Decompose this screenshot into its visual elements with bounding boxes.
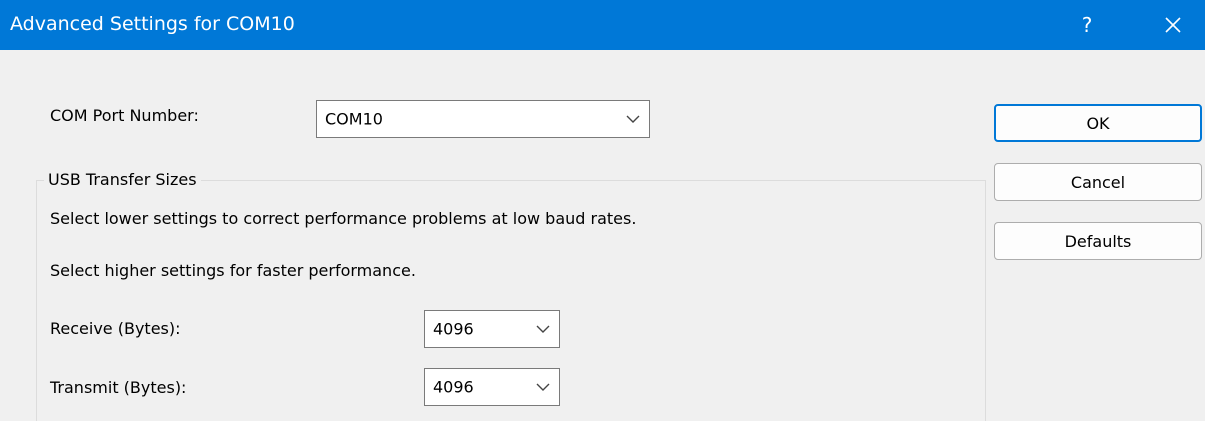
receive-label: Receive (Bytes): xyxy=(50,319,181,338)
receive-value: 4096 xyxy=(433,319,474,339)
com-port-select[interactable]: COM10 xyxy=(316,100,650,138)
chevron-down-icon xyxy=(626,115,640,123)
hint-lower-text: Select lower settings to correct perform… xyxy=(50,209,637,228)
close-icon xyxy=(1165,17,1181,33)
advanced-settings-dialog: Advanced Settings for COM10 ? COM Port N… xyxy=(0,0,1205,421)
receive-size-select[interactable]: 4096 xyxy=(424,310,560,348)
help-icon: ? xyxy=(1081,13,1093,37)
title-bar: Advanced Settings for COM10 ? xyxy=(0,0,1205,50)
chevron-down-icon xyxy=(536,383,550,391)
com-port-value: COM10 xyxy=(325,109,383,129)
cancel-button[interactable]: Cancel xyxy=(994,163,1202,201)
ok-button[interactable]: OK xyxy=(994,104,1202,142)
usb-transfer-caption: USB Transfer Sizes xyxy=(44,170,201,190)
window-title: Advanced Settings for COM10 xyxy=(10,13,295,35)
com-port-label: COM Port Number: xyxy=(50,106,199,125)
defaults-button[interactable]: Defaults xyxy=(994,222,1202,260)
chevron-down-icon xyxy=(536,325,550,333)
help-button[interactable]: ? xyxy=(1062,0,1112,50)
hint-higher-text: Select higher settings for faster perfor… xyxy=(50,261,416,280)
transmit-size-select[interactable]: 4096 xyxy=(424,368,560,406)
transmit-value: 4096 xyxy=(433,377,474,397)
close-button[interactable] xyxy=(1148,0,1198,50)
transmit-label: Transmit (Bytes): xyxy=(50,378,187,397)
